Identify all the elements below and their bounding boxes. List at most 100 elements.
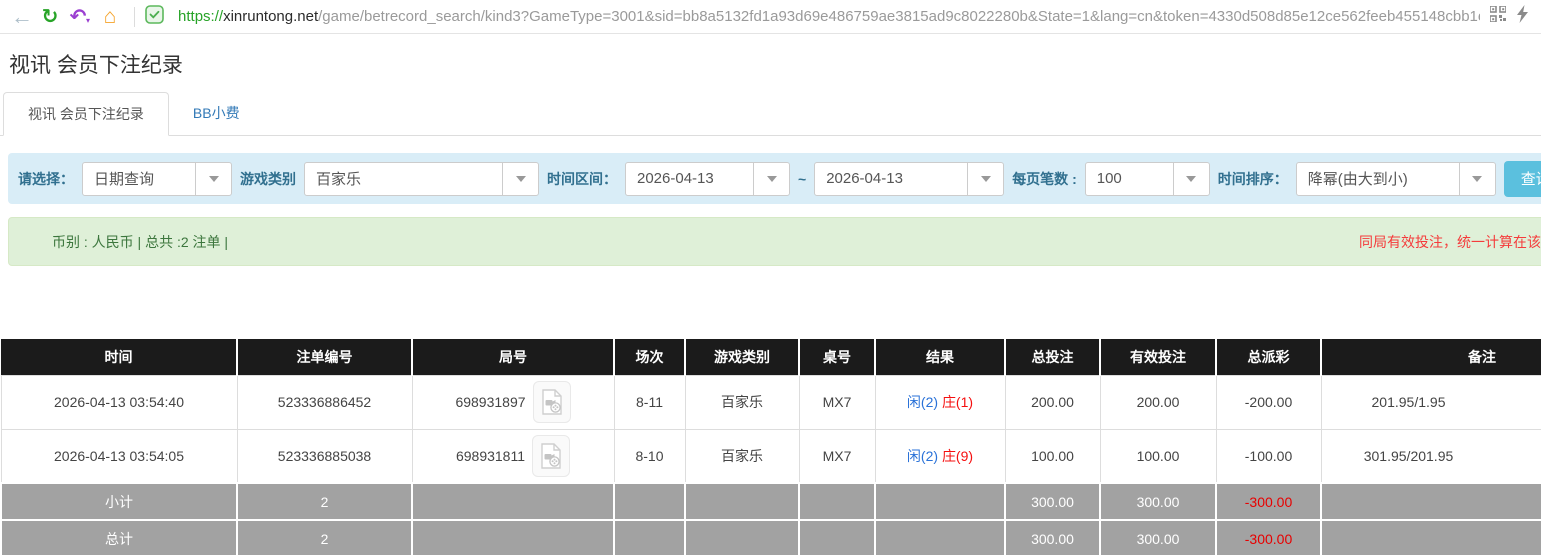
chevron-down-icon: [753, 162, 789, 195]
cell-valid-bet: 200.00: [1099, 374, 1217, 430]
video-replay-icon[interactable]: [532, 381, 571, 423]
valid-bet-notice: 同局有效投注，统一计算在该局: [1359, 233, 1541, 250]
tab-bet-records[interactable]: 视讯 会员下注纪录: [3, 92, 169, 136]
cell-game-type: 百家乐: [684, 374, 800, 430]
subtotal-row: 小计 2 300.00 300.00 -300.00: [0, 482, 1541, 521]
empty-cell: [411, 482, 615, 521]
page-size-value: 100: [1096, 170, 1122, 187]
subtotal-valid-bet: 300.00: [1099, 482, 1217, 521]
column-header-valid-bet: 有效投注: [1100, 339, 1217, 375]
subtotal-payout: -300.00: [1215, 482, 1322, 521]
cell-session: 8-10: [613, 428, 686, 484]
date-to-value: 2026-04-13: [826, 170, 903, 187]
cell-payout: -200.00: [1215, 374, 1322, 430]
total-count: 2: [236, 519, 413, 555]
cell-table-no: MX7: [798, 428, 876, 484]
tab-bar: 视讯 会员下注纪录 BB小费: [0, 92, 1541, 136]
query-mode-label: 请选择：: [18, 170, 74, 187]
security-shield-icon[interactable]: [145, 4, 164, 29]
column-header-result: 结果: [875, 339, 1006, 375]
bet-record-table: 时间 注单编号 局号 场次 游戏类别 桌号 结果 总投注 有效投注 总派彩 备注…: [0, 339, 1541, 555]
column-header-game-type: 游戏类别: [685, 339, 800, 375]
tilde-separator: ~: [798, 170, 807, 187]
column-header-time: 时间: [1, 339, 238, 375]
cell-round-id: 698931811: [411, 428, 615, 484]
cell-game-type: 百家乐: [684, 428, 800, 484]
cell-total-bet[interactable]: 200.00: [1004, 374, 1101, 430]
cell-result: 闲(2) 庄(9): [874, 428, 1006, 484]
column-header-total-bet: 总投注: [1005, 339, 1101, 375]
page-size-label: 每页笔数 :: [1012, 170, 1077, 187]
date-to-select[interactable]: 2026-04-13: [814, 161, 1005, 196]
bet-record-table-wrap: 时间 注单编号 局号 场次 游戏类别 桌号 结果 总投注 有效投注 总派彩 备注…: [0, 339, 1541, 555]
url-path: /game/betrecord_search/kind3?GameType=30…: [318, 8, 1480, 25]
empty-cell: [613, 482, 686, 521]
date-from-select[interactable]: 2026-04-13: [625, 161, 790, 196]
empty-cell: [684, 519, 800, 555]
back-icon[interactable]: ←: [8, 5, 36, 28]
table-header-row: 时间 注单编号 局号 场次 游戏类别 桌号 结果 总投注 有效投注 总派彩 备注: [1, 339, 1541, 375]
column-header-payout: 总派彩: [1216, 339, 1322, 375]
cell-payout: -100.00: [1215, 428, 1322, 484]
result-player: 闲(2): [906, 394, 939, 410]
cell-valid-bet: 100.00: [1099, 428, 1217, 484]
address-bar[interactable]: https://xinruntong.net/game/betrecord_se…: [178, 8, 1480, 25]
table-row: 2026-04-13 03:54:05 523336885038 6989318…: [0, 428, 1541, 484]
total-label: 总计: [0, 519, 238, 555]
empty-cell: [411, 519, 615, 555]
url-separator: ://: [210, 8, 224, 25]
chevron-down-icon: [1458, 162, 1495, 195]
cell-total-bet[interactable]: 100.00: [1004, 428, 1101, 484]
result-banker: 庄(1): [941, 394, 974, 410]
chevron-down-icon: [195, 162, 231, 195]
empty-cell: [684, 482, 800, 521]
cell-remark: 201.95/1.95: [1320, 374, 1541, 430]
chevron-down-icon: [502, 162, 538, 195]
result-banker: 庄(9): [941, 447, 974, 464]
cell-time: 2026-04-13 03:54:40: [0, 374, 238, 430]
cell-session: 8-11: [613, 374, 686, 430]
summary-notice-bar: 币别 : 人民币 | 总共 :2 注单 | 同局有效投注，统一计算在该局: [8, 217, 1541, 266]
total-payout: -300.00: [1215, 519, 1322, 555]
game-type-value: 百家乐: [316, 171, 362, 188]
refresh-icon[interactable]: ↻: [36, 7, 64, 27]
game-type-label: 游戏类别: [240, 170, 296, 187]
column-header-session: 场次: [614, 339, 686, 375]
empty-cell: [798, 519, 876, 555]
search-button[interactable]: 查询: [1503, 160, 1541, 197]
column-header-round-id: 局号: [412, 339, 615, 375]
url-scheme: https: [178, 8, 211, 25]
undo-dropdown-caret-icon[interactable]: ▾: [86, 16, 90, 25]
sort-order-value: 降幂(由大到小): [1307, 171, 1408, 188]
empty-cell: [874, 482, 1006, 521]
round-id-text: 698931811: [455, 447, 526, 464]
empty-cell: [874, 519, 1006, 555]
qr-code-icon[interactable]: [1489, 5, 1507, 27]
flash-lightning-icon[interactable]: [1516, 5, 1529, 28]
game-type-select[interactable]: 百家乐: [304, 161, 539, 196]
cell-round-id: 698931897: [411, 374, 615, 430]
date-from-value: 2026-04-13: [637, 170, 714, 187]
total-total-bet: 300.00: [1004, 519, 1101, 555]
home-icon[interactable]: ⌂: [96, 6, 124, 27]
page-size-select[interactable]: 100: [1084, 161, 1210, 196]
time-range-label: 时间区间：: [547, 170, 617, 187]
empty-cell: [1320, 482, 1541, 521]
column-header-bet-id: 注单编号: [237, 339, 413, 375]
empty-cell: [613, 519, 686, 555]
cell-bet-id: 523336885038: [236, 428, 413, 484]
query-mode-select[interactable]: 日期查询: [82, 161, 232, 196]
currency-total-text: 币别 : 人民币 | 总共 :2 注单 |: [52, 233, 229, 250]
sort-order-select[interactable]: 降幂(由大到小): [1295, 161, 1496, 196]
total-row: 总计 2 300.00 300.00 -300.00: [0, 519, 1541, 555]
toolbar-divider: [134, 6, 136, 27]
cell-bet-id: 523336886452: [236, 374, 413, 430]
tab-bb-tip[interactable]: BB小费: [169, 92, 264, 136]
video-replay-icon[interactable]: [532, 434, 571, 477]
cell-remark: 301.95/201.95: [1320, 428, 1541, 484]
total-valid-bet: 300.00: [1099, 519, 1217, 555]
round-id-text: 698931897: [455, 394, 526, 410]
empty-cell: [798, 482, 876, 521]
column-header-table-no: 桌号: [799, 339, 876, 375]
query-mode-value: 日期查询: [94, 171, 155, 188]
